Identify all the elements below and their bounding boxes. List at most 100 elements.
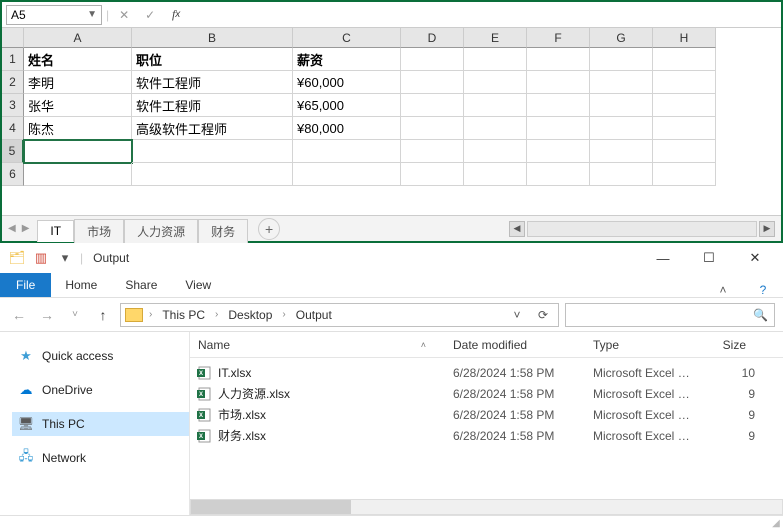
cell-A6[interactable]	[24, 163, 132, 186]
col-header-D[interactable]: D	[401, 28, 464, 48]
row-header-3[interactable]: 3	[2, 94, 24, 117]
cell-A5[interactable]	[24, 140, 132, 163]
cell-A2[interactable]: 李明	[24, 71, 132, 94]
name-box-dropdown-icon[interactable]: ▼	[87, 9, 97, 20]
row-header-6[interactable]: 6	[2, 163, 24, 186]
cell-F5[interactable]	[527, 140, 590, 163]
hscroll-track[interactable]	[527, 221, 757, 237]
cell-H1[interactable]	[653, 48, 716, 71]
cell-H6[interactable]	[653, 163, 716, 186]
row-header-2[interactable]: 2	[2, 71, 24, 94]
back-button[interactable]: ←	[8, 304, 30, 326]
resize-grip-icon[interactable]: ◢	[769, 516, 783, 530]
cell-E1[interactable]	[464, 48, 527, 71]
cell-C6[interactable]	[293, 163, 401, 186]
file-list-hscroll[interactable]	[190, 499, 783, 515]
crumb-sep-icon[interactable]: ›	[280, 309, 287, 320]
file-row[interactable]: X IT.xlsx 6/28/2024 1:58 PM Microsoft Ex…	[190, 362, 783, 383]
cell-A1[interactable]: 姓名	[24, 48, 132, 71]
qat-dropdown-icon[interactable]: ▾	[56, 249, 74, 267]
cell-H4[interactable]	[653, 117, 716, 140]
cell-D4[interactable]	[401, 117, 464, 140]
cell-E3[interactable]	[464, 94, 527, 117]
qat-properties-icon[interactable]: ▥	[32, 249, 50, 267]
col-header-A[interactable]: A	[24, 28, 132, 48]
cell-G6[interactable]	[590, 163, 653, 186]
name-box[interactable]: A5 ▼	[6, 5, 102, 25]
cells-area[interactable]: 姓名 职位 薪资 李明 软件工程师 ¥60,000	[24, 48, 781, 215]
address-dropdown-icon[interactable]: ˅	[506, 304, 528, 326]
sheet-tab-hr[interactable]: 人力资源	[124, 219, 198, 243]
select-all-corner[interactable]	[2, 28, 24, 48]
file-row[interactable]: X 人力资源.xlsx 6/28/2024 1:58 PM Microsoft …	[190, 383, 783, 404]
cell-E5[interactable]	[464, 140, 527, 163]
cell-D6[interactable]	[401, 163, 464, 186]
ribbon-share-tab[interactable]: Share	[111, 273, 171, 297]
cell-C2[interactable]: ¥60,000	[293, 71, 401, 94]
sheet-tab-market[interactable]: 市场	[74, 219, 124, 243]
refresh-icon[interactable]: ⟳	[532, 304, 554, 326]
cell-B4[interactable]: 高级软件工程师	[132, 117, 293, 140]
crumb-this-pc[interactable]: This PC	[158, 306, 209, 324]
cell-B5[interactable]	[132, 140, 293, 163]
cell-C1[interactable]: 薪资	[293, 48, 401, 71]
nav-network[interactable]: 🖧 Network	[12, 446, 189, 470]
maximize-button[interactable]: ☐	[689, 244, 729, 272]
row-header-4[interactable]: 4	[2, 117, 24, 140]
cell-E6[interactable]	[464, 163, 527, 186]
nav-onedrive[interactable]: ☁ OneDrive	[12, 378, 189, 402]
col-type-header[interactable]: Type	[585, 338, 705, 352]
ribbon-file-tab[interactable]: File	[0, 273, 51, 297]
close-button[interactable]: ✕	[735, 244, 775, 272]
add-sheet-button[interactable]: +	[258, 218, 280, 240]
cell-C5[interactable]	[293, 140, 401, 163]
col-header-C[interactable]: C	[293, 28, 401, 48]
col-name-header[interactable]: Name ˄	[190, 338, 445, 352]
cell-C4[interactable]: ¥80,000	[293, 117, 401, 140]
cell-F1[interactable]	[527, 48, 590, 71]
cell-B1[interactable]: 职位	[132, 48, 293, 71]
col-date-header[interactable]: Date modified	[445, 338, 585, 352]
col-header-G[interactable]: G	[590, 28, 653, 48]
fx-icon[interactable]: fx	[165, 5, 187, 25]
col-size-header[interactable]: Size	[705, 338, 755, 352]
crumb-sep-icon[interactable]: ›	[213, 309, 220, 320]
sheet-tab-it[interactable]: IT	[37, 220, 74, 242]
file-row[interactable]: X 财务.xlsx 6/28/2024 1:58 PM Microsoft Ex…	[190, 425, 783, 446]
ribbon-home-tab[interactable]: Home	[51, 273, 111, 297]
cell-E2[interactable]	[464, 71, 527, 94]
up-button[interactable]: ↑	[92, 304, 114, 326]
ribbon-collapse-icon[interactable]: ˄	[703, 283, 743, 297]
row-header-1[interactable]: 1	[2, 48, 24, 71]
search-input[interactable]: 🔍	[565, 303, 775, 327]
cell-E4[interactable]	[464, 117, 527, 140]
cell-F6[interactable]	[527, 163, 590, 186]
cell-H3[interactable]	[653, 94, 716, 117]
cell-G5[interactable]	[590, 140, 653, 163]
crumb-sep-icon[interactable]: ›	[147, 309, 154, 320]
sheet-tab-finance[interactable]: 财务	[198, 219, 248, 243]
cell-G2[interactable]	[590, 71, 653, 94]
cell-G3[interactable]	[590, 94, 653, 117]
cell-G4[interactable]	[590, 117, 653, 140]
cell-D2[interactable]	[401, 71, 464, 94]
sheet-nav-next-icon[interactable]: ▶	[22, 223, 30, 234]
recent-dropdown-icon[interactable]: ˅	[64, 304, 86, 326]
nav-this-pc[interactable]: 🖥 This PC	[12, 412, 189, 436]
cell-F3[interactable]	[527, 94, 590, 117]
cell-D5[interactable]	[401, 140, 464, 163]
cell-A3[interactable]: 张华	[24, 94, 132, 117]
cell-A4[interactable]: 陈杰	[24, 117, 132, 140]
row-header-5[interactable]: 5	[2, 140, 24, 163]
ribbon-help-icon[interactable]: ?	[743, 283, 783, 297]
file-row[interactable]: X 市场.xlsx 6/28/2024 1:58 PM Microsoft Ex…	[190, 404, 783, 425]
cell-F4[interactable]	[527, 117, 590, 140]
address-bar[interactable]: › This PC › Desktop › Output ˅ ⟳	[120, 303, 559, 327]
cell-B3[interactable]: 软件工程师	[132, 94, 293, 117]
hscroll-left-button[interactable]: ◀	[509, 221, 525, 237]
crumb-desktop[interactable]: Desktop	[224, 306, 276, 324]
cell-H2[interactable]	[653, 71, 716, 94]
col-header-E[interactable]: E	[464, 28, 527, 48]
col-header-B[interactable]: B	[132, 28, 293, 48]
cell-C3[interactable]: ¥65,000	[293, 94, 401, 117]
